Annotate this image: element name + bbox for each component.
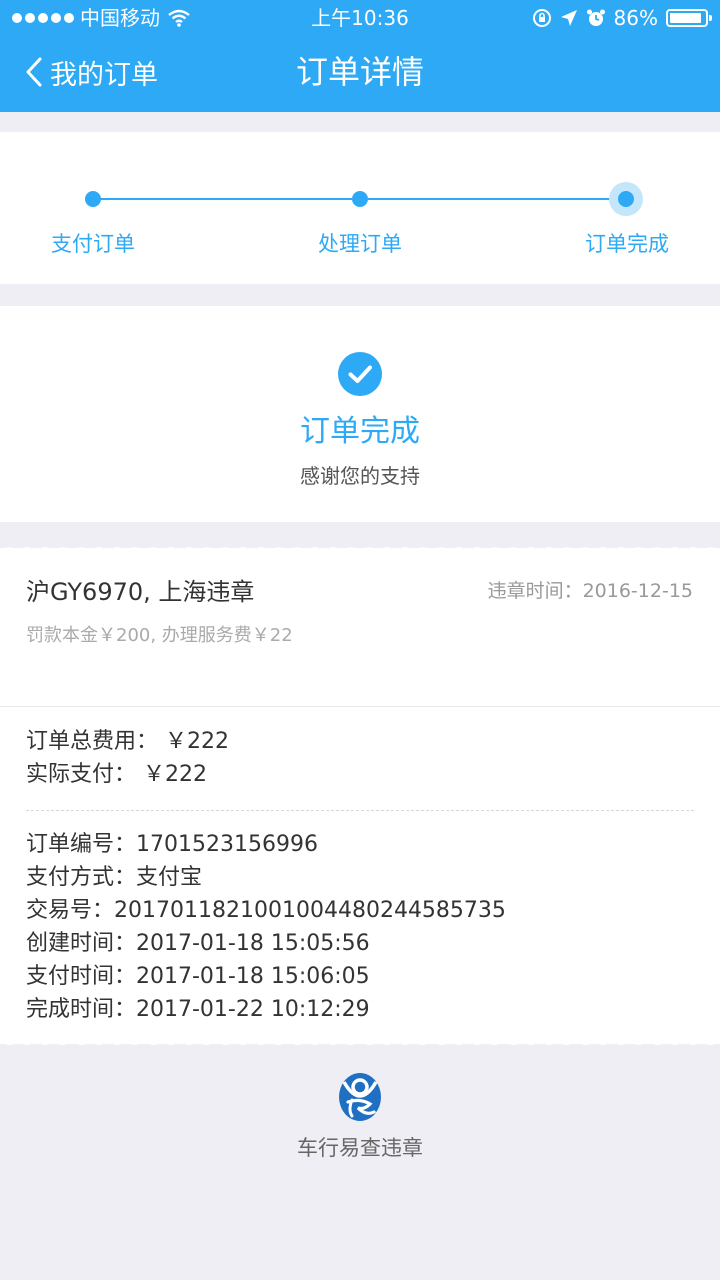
order-status-card: 订单完成 感谢您的支持 — [0, 306, 720, 522]
status-right: 86% — [532, 0, 712, 36]
step-dot-pay — [85, 191, 101, 207]
payment-summary: 订单总费用： ￥222 实际支付： ￥222 — [26, 725, 229, 791]
back-button[interactable]: 我的订单 — [24, 50, 158, 94]
progress-line-1 — [100, 198, 352, 200]
step-label-complete: 订单完成 — [585, 232, 669, 256]
step-label-pay: 支付订单 — [51, 232, 135, 256]
order-progress: 支付订单 处理订单 订单完成 — [0, 132, 720, 284]
status-bar: 中国移动 上午10:36 86% — [0, 0, 720, 36]
brand-name: 车行易查违章 — [297, 1136, 423, 1160]
progress-line-2 — [368, 198, 610, 200]
battery-percent: 86% — [613, 6, 658, 30]
order-detail-card: 沪GY6970, 上海违章 违章时间：2016-12-15 罚款本金￥200, … — [0, 547, 720, 1045]
order-number: 订单编号：1701523156996 — [26, 832, 318, 857]
fee-breakdown: 罚款本金￥200, 办理服务费￥22 — [26, 625, 293, 646]
status-title: 订单完成 — [300, 414, 420, 449]
check-circle-icon — [338, 352, 382, 396]
back-label: 我的订单 — [50, 59, 158, 91]
payment-method: 支付方式：支付宝 — [26, 865, 203, 890]
step-dot-process — [352, 191, 368, 207]
chevron-left-icon — [26, 57, 42, 87]
battery-icon — [666, 9, 712, 27]
order-info-list: 订单编号：1701523156996 支付方式：支付宝 交易号：20170118… — [26, 828, 506, 1026]
order-total: 订单总费用： ￥222 — [26, 729, 229, 754]
completed-time: 完成时间：2017-01-22 10:12:29 — [26, 997, 370, 1022]
transaction-number: 交易号：2017011821001004480244585735 — [26, 898, 506, 923]
plate-and-location: 沪GY6970, 上海违章 — [26, 578, 255, 606]
brand-logo-icon — [339, 1073, 381, 1121]
status-subtitle: 感谢您的支持 — [300, 464, 420, 488]
actual-paid: 实际支付： ￥222 — [26, 762, 207, 787]
location-arrow-icon — [560, 10, 577, 26]
created-time: 创建时间：2017-01-18 15:05:56 — [26, 931, 370, 956]
step-dot-complete — [609, 182, 643, 216]
paid-time: 支付时间：2017-01-18 15:06:05 — [26, 964, 370, 989]
step-label-process: 处理订单 — [318, 232, 402, 256]
receipt-bottom-edge — [0, 1040, 720, 1045]
rotation-lock-icon — [532, 9, 551, 27]
dashed-divider — [26, 810, 694, 811]
violation-time: 违章时间：2016-12-15 — [487, 580, 693, 602]
receipt-top-edge — [0, 547, 720, 552]
divider — [0, 706, 720, 707]
alarm-clock-icon — [586, 9, 605, 26]
top-app-bar: 中国移动 上午10:36 86% 我的订单 订单详情 — [0, 0, 720, 112]
